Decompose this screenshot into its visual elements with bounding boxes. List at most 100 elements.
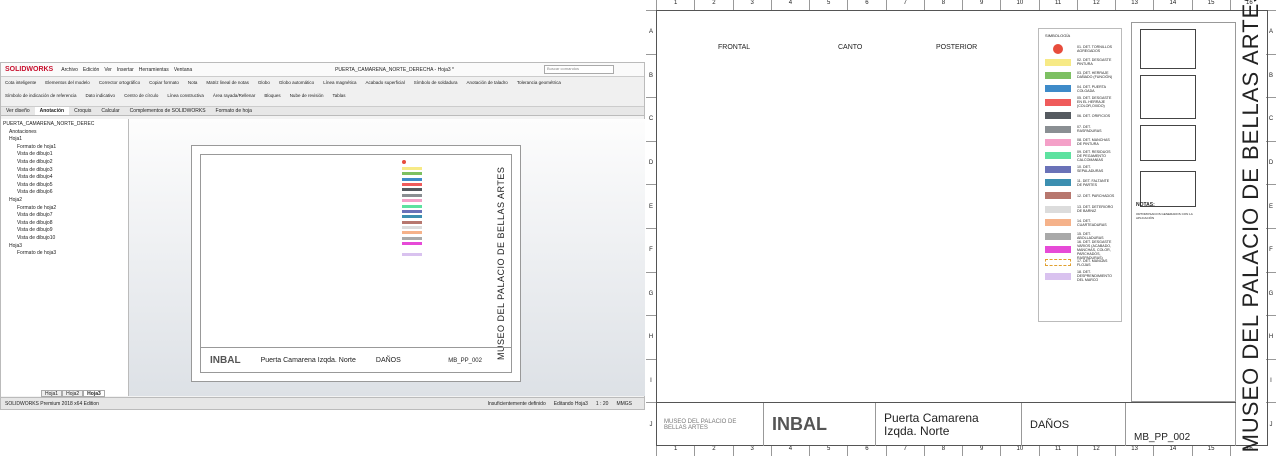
ribbon-dato[interactable]: Dato indicativo (86, 92, 116, 100)
ribbon-globo[interactable]: Globo (258, 79, 270, 87)
tree-item[interactable]: Vista de dibujo10 (3, 235, 126, 243)
menu-archivo[interactable]: Archivo (61, 67, 78, 73)
tab-anotacion[interactable]: Anotación (34, 107, 70, 115)
title-bar: SOLIDWORKS Archivo Edición Ver Insertar … (1, 63, 644, 77)
ribbon-centro-circulo[interactable]: Centro de círculo (124, 92, 158, 100)
legend-label: 07. DET. RASPADURAS (1077, 125, 1102, 134)
menu-edicion[interactable]: Edición (83, 67, 99, 73)
mini-legend-swatch (402, 193, 422, 197)
ribbon-copiar-formato[interactable]: Copiar formato (149, 79, 179, 87)
ruler-label: 2 (694, 0, 732, 10)
search-input[interactable]: Buscar comandos (544, 65, 614, 74)
command-ribbon: Cota inteligente Elementos del modelo Co… (1, 77, 644, 107)
legend-swatch (1045, 246, 1071, 254)
feature-tree: PUERTA_CAMARENA_NORTE_DEREC Anotaciones … (1, 119, 129, 396)
solidworks-logo: SOLIDWORKS (5, 66, 54, 73)
column-ruler-top: 1 2 3 4 5 6 7 8 9 10 11 12 13 14 15 16 (656, 0, 1268, 10)
tree-item-hoja1[interactable]: Hoja1 (3, 136, 126, 144)
ruler-label: 6 (847, 446, 885, 456)
tree-item[interactable]: Vista de dibujo8 (3, 220, 126, 228)
ruler-label: C (646, 97, 656, 141)
ribbon-linea-constructiva[interactable]: Línea constructiva (167, 92, 204, 100)
tree-item[interactable]: Vista de dibujo3 (3, 167, 126, 175)
ruler-label: G (646, 271, 656, 316)
tree-item-root[interactable]: PUERTA_CAMARENA_NORTE_DEREC (3, 121, 126, 129)
legend-label: 14. DET. CUARTEADURAS (1077, 218, 1107, 227)
tree-item-anotaciones[interactable]: Anotaciones (3, 129, 126, 137)
ribbon-globo-auto[interactable]: Globo automático (279, 79, 314, 87)
legend-label: 05. DET. DESGASTE EN EL HERRAJE (COLOR,O… (1077, 96, 1112, 109)
tree-item[interactable]: Vista de dibujo1 (3, 151, 126, 159)
solidworks-window: SOLIDWORKS Archivo Edición Ver Insertar … (0, 62, 645, 410)
ruler-label: 9 (962, 446, 1000, 456)
tree-item[interactable]: Vista de dibujo6 (3, 189, 126, 197)
screen: SOLIDWORKS Archivo Edición Ver Insertar … (0, 0, 1276, 456)
tree-item-hoja2[interactable]: Hoja2 (3, 197, 126, 205)
menu-herramientas[interactable]: Herramientas (139, 67, 169, 73)
ribbon-area-rayada[interactable]: Área rayada/Rellenar (213, 92, 256, 100)
tree-item-hoja3[interactable]: Hoja3 (3, 243, 126, 251)
mini-vertical-title: MUSEO DEL PALACIO DE BELLAS ARTES (496, 166, 506, 360)
legend-swatch (1045, 71, 1071, 79)
legend-label: 13. DET. DETERIORO DE BARNIZ (1077, 205, 1114, 214)
legend-label: 10. DET. SEPALADURAS (1077, 165, 1104, 174)
tree-item[interactable]: Formato de hoja1 (3, 144, 126, 152)
ribbon-bloques[interactable]: Bloques (264, 92, 280, 100)
status-bar: SOLIDWORKS Premium 2018 x64 Edition Insu… (1, 397, 644, 409)
ruler-label: 12 (1076, 0, 1115, 10)
tab-croquis[interactable]: Croquis (69, 107, 96, 115)
ribbon-acabado[interactable]: Acabado superficial (365, 79, 404, 87)
legend-swatch (1045, 192, 1071, 200)
ribbon-corrector[interactable]: Corrector ortográfico (99, 79, 140, 87)
legend-swatch (1045, 125, 1071, 133)
mini-legend-swatch (402, 204, 422, 208)
ribbon-soldadura[interactable]: Símbolo de soldadura (414, 79, 458, 87)
ribbon-cota-inteligente[interactable]: Cota inteligente (5, 79, 36, 87)
ribbon-elementos-modelo[interactable]: Elementos del modelo (45, 79, 90, 87)
tree-item[interactable]: Formato de hoja3 (3, 250, 126, 258)
drawing-sheet: 1 2 3 4 5 6 7 8 9 10 11 12 13 14 15 16 1 2 3 4 5 6 7 8 9 10 11 12 1… (646, 0, 1276, 456)
status-scale[interactable]: 1 : 20 (596, 401, 609, 407)
ruler-label: 2 (694, 446, 732, 456)
legend-item: 16. DET. DESGASTE VARIOS (ACABADO, MANCH… (1045, 240, 1115, 260)
ruler-label: 1 (656, 446, 694, 456)
tree-item[interactable]: Vista de dibujo5 (3, 182, 126, 190)
legend-item: 14. DET. CUARTEADURAS (1045, 216, 1115, 229)
ruler-label: 8 (923, 0, 962, 10)
ribbon-tablas[interactable]: Tablas (332, 92, 345, 100)
view-label-frontal: FRONTAL (718, 44, 751, 51)
tree-item[interactable]: Formato de hoja2 (3, 205, 126, 213)
ruler-label: H (646, 315, 656, 359)
menu-ventana[interactable]: Ventana (174, 67, 192, 73)
ribbon-tolerancia[interactable]: Tolerancia geométrica (517, 79, 561, 87)
ruler-label: 13 (1115, 0, 1153, 10)
legend-swatch (1045, 219, 1071, 227)
ribbon-referencia[interactable]: Símbolo de indicación de referencia (5, 92, 77, 100)
menu-ver[interactable]: Ver (104, 67, 112, 73)
tree-item[interactable]: Vista de dibujo9 (3, 227, 126, 235)
ribbon-linea-magnetica[interactable]: Línea magnética (323, 79, 356, 87)
graphics-area[interactable]: MUSEO DEL PALACIO DE BELLAS ARTES INBAL … (129, 119, 645, 396)
ribbon-matriz-notas[interactable]: Matriz lineal de notas (206, 79, 249, 87)
status-edition: SOLIDWORKS Premium 2018 x64 Edition (5, 400, 99, 407)
legend-swatch (1045, 138, 1071, 146)
tab-formato-hoja[interactable]: Formato de hoja (211, 107, 257, 115)
sheet-tab-hoja2[interactable]: Hoja2 (62, 390, 84, 397)
ruler-label: 4 (770, 0, 809, 10)
tree-item[interactable]: Vista de dibujo7 (3, 212, 126, 220)
mini-title-block: INBAL Puerta Camarena Izqda. Norte DAÑOS… (200, 347, 512, 373)
status-units[interactable]: MMGS (616, 401, 632, 407)
ribbon-anotacion-taladro[interactable]: Anotación de taladro (467, 79, 508, 87)
sheet-tab-hoja1[interactable]: Hoja1 (41, 390, 63, 397)
tree-item[interactable]: Vista de dibujo2 (3, 159, 126, 167)
tab-ver-diseno[interactable]: Ver diseño (1, 107, 35, 115)
tab-complementos[interactable]: Complementos de SOLIDWORKS (125, 107, 211, 115)
menu-insertar[interactable]: Insertar (117, 67, 134, 73)
tab-calcular[interactable]: Calcular (96, 107, 124, 115)
ribbon-nube-revision[interactable]: Nube de revisión (290, 92, 324, 100)
notes-body: ORTOMOSAICOS GENERADOS CON LA APLICACIÓN (1136, 212, 1193, 220)
tree-item[interactable]: Vista de dibujo4 (3, 174, 126, 182)
legend-item: 10. DET. SEPALADURAS (1045, 163, 1115, 176)
ribbon-nota[interactable]: Nota (188, 79, 198, 87)
sheet-tab-hoja3[interactable]: Hoja3 (83, 390, 105, 397)
